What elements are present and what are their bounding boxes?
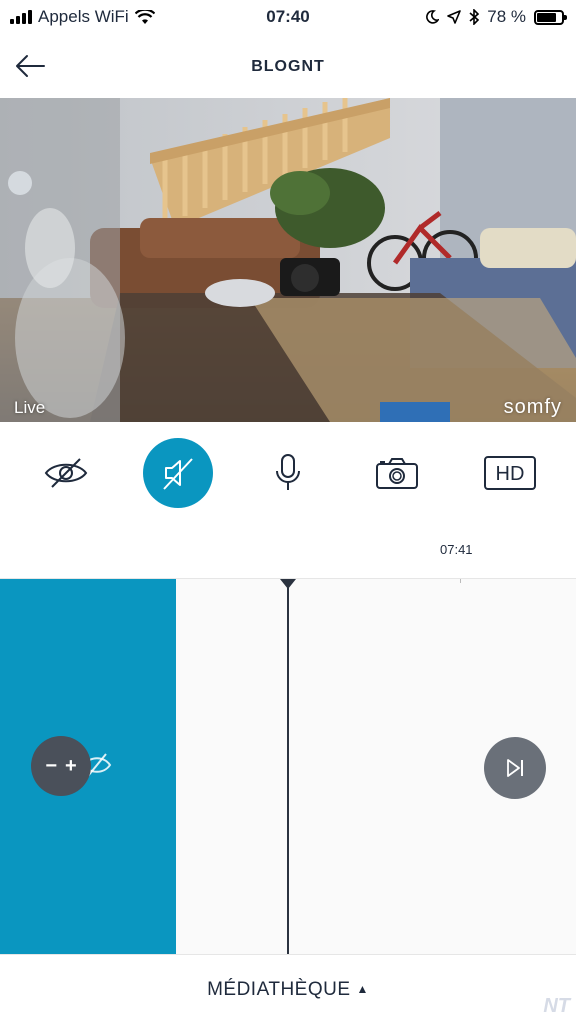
camera-video-feed[interactable]: Live somfy bbox=[0, 98, 576, 422]
camera-controls: HD bbox=[0, 422, 576, 526]
timeline-time-label: 07:41 bbox=[440, 542, 473, 557]
location-icon bbox=[447, 10, 462, 24]
status-bar: Appels WiFi 07:40 78 % bbox=[0, 0, 576, 34]
brand-logo: somfy bbox=[503, 396, 562, 418]
privacy-toggle-button[interactable] bbox=[31, 438, 101, 508]
battery-percent: 78 % bbox=[487, 7, 526, 26]
skip-to-live-button[interactable] bbox=[484, 737, 546, 799]
zoom-in-button[interactable]: + bbox=[65, 755, 77, 778]
zoom-out-button[interactable]: − bbox=[45, 755, 57, 778]
hd-icon: HD bbox=[484, 456, 536, 490]
skip-forward-icon bbox=[507, 759, 523, 777]
moon-icon bbox=[426, 10, 440, 24]
live-label: Live bbox=[14, 398, 46, 417]
hd-label: HD bbox=[496, 463, 525, 485]
speaker-muted-icon bbox=[163, 458, 193, 490]
eye-slash-icon bbox=[44, 458, 88, 488]
snapshot-button[interactable] bbox=[362, 438, 432, 508]
playhead-marker[interactable] bbox=[280, 579, 296, 589]
recording-timeline[interactable]: − + bbox=[0, 578, 576, 955]
header: BLOGNT bbox=[0, 34, 576, 98]
status-right: 78 % bbox=[425, 7, 567, 27]
zoom-control: − + bbox=[31, 736, 91, 796]
timeline-tick bbox=[460, 579, 461, 583]
caret-up-icon: ▲ bbox=[356, 982, 369, 996]
battery-icon bbox=[534, 9, 567, 25]
page-title: BLOGNT bbox=[251, 58, 325, 75]
bluetooth-icon bbox=[469, 9, 480, 25]
playhead-line[interactable] bbox=[287, 579, 289, 955]
media-library-label: MÉDIATHÈQUE bbox=[207, 979, 351, 1000]
media-library-button[interactable]: MÉDIATHÈQUE ▲ bbox=[0, 979, 576, 1001]
watermark: NT bbox=[543, 995, 570, 1017]
mute-toggle-button[interactable] bbox=[143, 438, 213, 508]
bottom-bar: MÉDIATHÈQUE ▲ NT bbox=[0, 954, 576, 1024]
camera-scene-image bbox=[0, 98, 576, 422]
hd-toggle-button[interactable]: HD bbox=[475, 438, 545, 508]
microphone-button[interactable] bbox=[253, 438, 323, 508]
battery-level bbox=[537, 12, 556, 22]
camera-icon bbox=[376, 458, 418, 489]
microphone-icon bbox=[276, 454, 300, 490]
